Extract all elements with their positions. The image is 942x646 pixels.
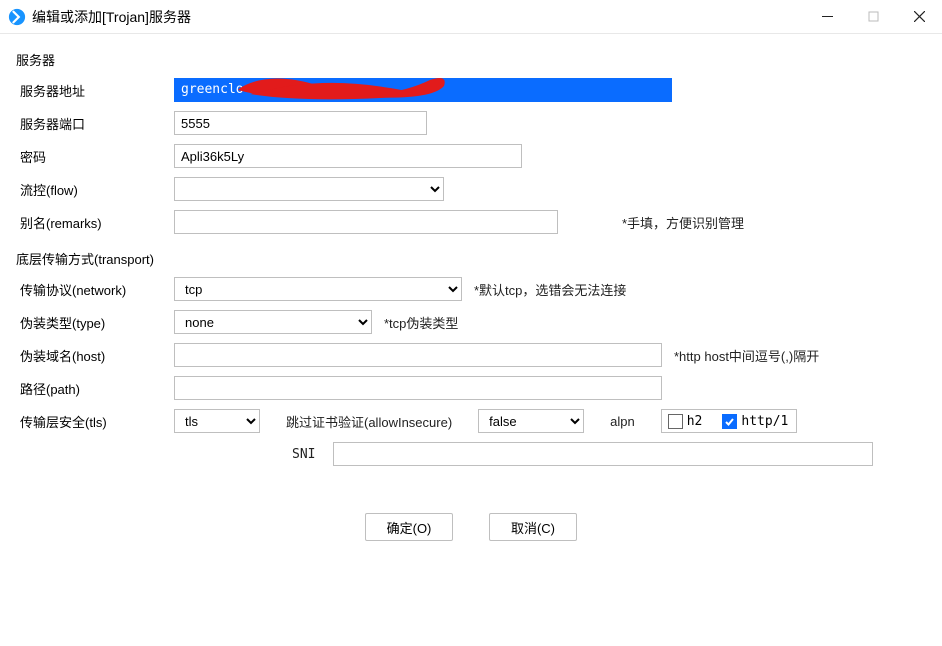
alpn-group: h2 http/1 xyxy=(661,409,798,433)
alpn-label: alpn xyxy=(610,414,635,429)
titlebar: 编辑或添加[Trojan]服务器 xyxy=(0,0,942,34)
address-input[interactable] xyxy=(174,78,672,102)
tls-select[interactable]: tls xyxy=(174,409,260,433)
flow-select[interactable] xyxy=(174,177,444,201)
group-server-label: 服务器 xyxy=(16,50,926,69)
maximize-button[interactable] xyxy=(850,0,896,34)
type-select[interactable]: none xyxy=(174,310,372,334)
sni-input[interactable] xyxy=(333,442,873,466)
type-label: 伪装类型(type) xyxy=(16,313,174,332)
address-label: 服务器地址 xyxy=(16,81,174,100)
remarks-label: 别名(remarks) xyxy=(16,213,174,232)
row-port: 服务器端口 xyxy=(16,110,926,136)
row-remarks: 别名(remarks) *手填，方便识别管理 xyxy=(16,209,926,235)
app-icon xyxy=(8,8,26,26)
close-button[interactable] xyxy=(896,0,942,34)
remarks-hint: *手填，方便识别管理 xyxy=(622,213,744,232)
host-label: 伪装域名(host) xyxy=(16,346,174,365)
host-hint: *http host中间逗号(,)隔开 xyxy=(674,346,819,365)
path-input[interactable] xyxy=(174,376,662,400)
row-path: 路径(path) xyxy=(16,375,926,401)
network-label: 传输协议(network) xyxy=(16,280,174,299)
row-network: 传输协议(network) tcp *默认tcp，选错会无法连接 xyxy=(16,276,926,302)
row-password: 密码 xyxy=(16,143,926,169)
network-select[interactable]: tcp xyxy=(174,277,462,301)
port-label: 服务器端口 xyxy=(16,114,174,133)
password-input[interactable] xyxy=(174,144,522,168)
path-label: 路径(path) xyxy=(16,379,174,398)
alpn-http1-checkbox[interactable] xyxy=(722,414,737,429)
alpn-http1-label: http/1 xyxy=(741,414,788,429)
group-transport-label: 底层传输方式(transport) xyxy=(16,249,926,268)
row-tls: 传输层安全(tls) tls 跳过证书验证(allowInsecure) fal… xyxy=(16,408,926,434)
allow-insecure-label: 跳过证书验证(allowInsecure) xyxy=(286,412,452,431)
port-input[interactable] xyxy=(174,111,427,135)
row-flow: 流控(flow) xyxy=(16,176,926,202)
row-host: 伪装域名(host) *http host中间逗号(,)隔开 xyxy=(16,342,926,368)
window-title: 编辑或添加[Trojan]服务器 xyxy=(32,7,191,27)
row-sni: SNI xyxy=(16,441,926,467)
ok-button[interactable]: 确定(O) xyxy=(365,513,453,541)
content: 服务器 服务器地址 greenclo 服务器端口 密码 xyxy=(0,34,942,557)
password-label: 密码 xyxy=(16,147,174,166)
dialog-buttons: 确定(O) 取消(C) xyxy=(16,513,926,541)
host-input[interactable] xyxy=(174,343,662,367)
flow-label: 流控(flow) xyxy=(16,180,174,199)
type-hint: *tcp伪装类型 xyxy=(384,313,458,332)
alpn-h2-checkbox[interactable] xyxy=(668,414,683,429)
cancel-button[interactable]: 取消(C) xyxy=(489,513,577,541)
alpn-h2-label: h2 xyxy=(687,414,703,429)
allow-insecure-select[interactable]: false xyxy=(478,409,584,433)
window-controls xyxy=(804,0,942,34)
network-hint: *默认tcp，选错会无法连接 xyxy=(474,280,626,299)
row-type: 伪装类型(type) none *tcp伪装类型 xyxy=(16,309,926,335)
row-address: 服务器地址 greenclo xyxy=(16,77,926,103)
minimize-button[interactable] xyxy=(804,0,850,34)
tls-label: 传输层安全(tls) xyxy=(16,412,174,431)
sni-label: SNI xyxy=(292,447,315,462)
remarks-input[interactable] xyxy=(174,210,558,234)
